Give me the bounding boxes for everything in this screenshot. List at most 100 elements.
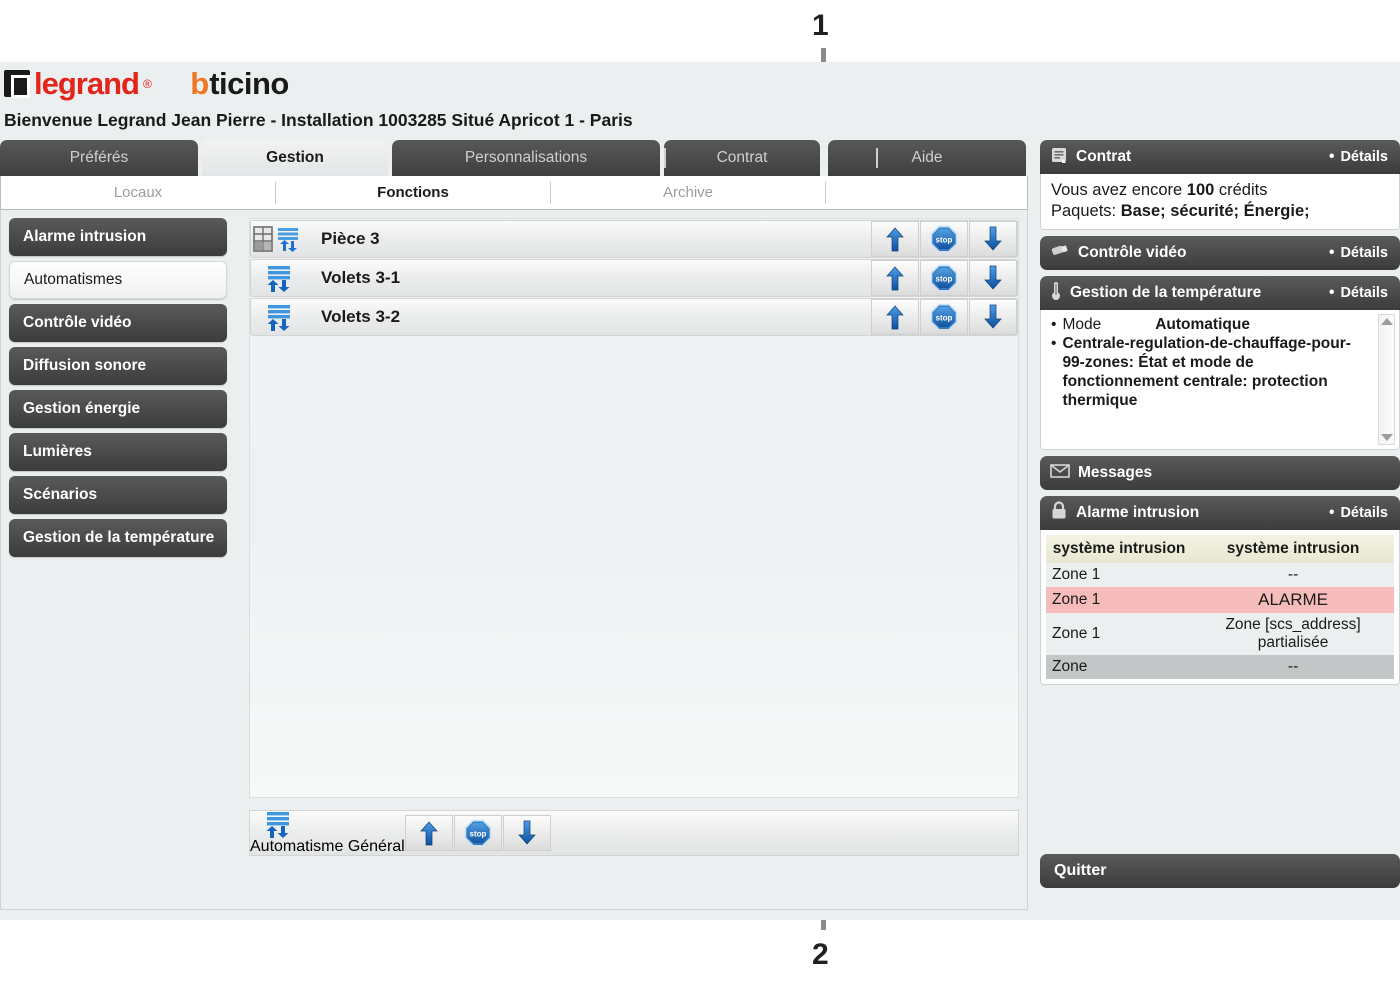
subtab-archive[interactable]: Archive [551, 176, 825, 208]
main-tab-bar: Préférés Gestion Personnalisations Contr… [0, 140, 1028, 176]
details-dot: • [1329, 284, 1335, 302]
sidebar-item-label: Gestion énergie [23, 400, 141, 417]
sidebar-item-label: Lumières [23, 443, 92, 460]
sidebar-item-scenarios[interactable]: Scénarios [9, 476, 227, 514]
bullet: • [1051, 316, 1057, 334]
shutter-stop-button[interactable]: stop [920, 221, 968, 257]
camera-icon [1050, 242, 1070, 265]
screenshot-root: 1 2 legrand ® b ticino Bienvenue Legrand J… [0, 0, 1400, 983]
panel-title-alarme-intrusion: Alarme intrusion [1076, 504, 1200, 522]
sidebar-item-gestion-energie[interactable]: Gestion énergie [9, 390, 227, 428]
sidebar-item-alarme-intrusion[interactable]: Alarme intrusion [9, 218, 227, 256]
row-label-zone[interactable]: Volets 3-2 [251, 299, 871, 335]
left-column: Préférés Gestion Personnalisations Contr… [0, 140, 1028, 920]
envelope-icon [1050, 463, 1070, 483]
table-row[interactable]: Volets 3-2 stop [250, 298, 1018, 336]
tab-aide[interactable]: Aide [828, 140, 1026, 176]
subtab-locaux-label: Locaux [113, 183, 163, 201]
sidebar-item-label: Alarme intrusion [23, 228, 147, 245]
shutter-icon [263, 810, 289, 838]
table-row[interactable]: Volets 3-1 stop [250, 259, 1018, 297]
down-arrow-icon [984, 265, 1002, 290]
shutter-stop-button[interactable]: stop [453, 815, 502, 851]
panel-title-controle-video: Contrôle vidéo [1078, 244, 1187, 262]
temperature-status-text: Centrale-regulation-de-chauffage-pour-99… [1062, 335, 1351, 409]
panel-header-contrat[interactable]: Contrat • Détails [1040, 140, 1400, 174]
shutter-icon [264, 303, 290, 331]
body-wrapper: Préférés Gestion Personnalisations Contr… [0, 140, 1400, 920]
shutter-stop-button[interactable]: stop [920, 299, 968, 335]
sidebar-item-lumieres[interactable]: Lumières [9, 433, 227, 471]
sidebar-item-controle-video[interactable]: Contrôle vidéo [9, 304, 227, 342]
bullet: • [1051, 335, 1057, 353]
row-label-zone[interactable]: Volets 3-1 [251, 260, 871, 296]
shutter-icon [275, 225, 301, 253]
shutter-up-button[interactable] [871, 221, 919, 257]
panel-header-gestion-temperature[interactable]: Gestion de la température • Détails [1040, 276, 1400, 311]
shutter-down-button[interactable] [969, 260, 1017, 296]
legrand-trademark: ® [142, 76, 152, 91]
up-arrow-icon [419, 821, 438, 846]
tab-gestion[interactable]: Gestion [202, 140, 388, 176]
sidebar-item-automatismes[interactable]: Automatismes [9, 261, 227, 299]
panel-header-controle-video[interactable]: Contrôle vidéo • Détails [1040, 236, 1400, 271]
details-link-alarme[interactable]: Détails [1340, 505, 1388, 521]
tab-gestion-label: Gestion [266, 149, 324, 166]
table-row[interactable]: Pièce 3 stop [250, 220, 1018, 258]
bticino-logo: b ticino [190, 68, 289, 99]
subtab-fonctions[interactable]: Fonctions [276, 176, 550, 208]
temperature-content: • Mode Automatique • Centrale-regulation… [1041, 310, 1399, 411]
svg-text:stop: stop [936, 275, 953, 284]
row-icon-group [251, 225, 303, 253]
shutter-down-button[interactable] [502, 815, 551, 851]
details-link-video[interactable]: Détails [1340, 245, 1388, 261]
scroll-up-icon[interactable] [1380, 318, 1393, 326]
scroll-down-icon[interactable] [1380, 434, 1393, 442]
panel-title-contrat: Contrat [1076, 148, 1132, 165]
sidebar-item-diffusion-sonore[interactable]: Diffusion sonore [9, 347, 227, 385]
shutter-stop-button[interactable]: stop [920, 260, 968, 296]
panel-header-messages[interactable]: Messages [1040, 456, 1400, 491]
row-controls: stop [871, 221, 1017, 257]
shutter-up-button[interactable] [871, 299, 919, 335]
panel-body-contrat: Vous avez encore 100 crédits Paquets: Ba… [1040, 174, 1400, 231]
tab-contrat[interactable]: Contrat [664, 140, 820, 176]
sidebar-item-label: Contrôle vidéo [23, 314, 132, 331]
functions-list-panel: Pièce 3 stop Volets 3-1 stop Volets 3-2 … [249, 218, 1019, 798]
down-arrow-icon [984, 304, 1002, 329]
alarm-zone: Zone [1052, 658, 1088, 676]
subtab-archive-label: Archive [662, 183, 714, 201]
tab-preferes[interactable]: Préférés [0, 140, 198, 176]
row-controls: stop [871, 260, 1017, 296]
temperature-status-line: • Centrale-regulation-de-chauffage-pour-… [1051, 335, 1369, 411]
details-link-temperature[interactable]: Détails [1340, 285, 1388, 301]
row-label: Automatisme Général [250, 838, 405, 855]
tab-personnalisations[interactable]: Personnalisations [392, 140, 660, 176]
shutter-up-button[interactable] [404, 815, 453, 851]
quitter-button[interactable]: Quitter [1040, 854, 1400, 888]
row-controls: stop [404, 815, 551, 851]
shutter-down-button[interactable] [969, 221, 1017, 257]
row-label-zone[interactable]: Automatisme Général [250, 810, 405, 856]
temperature-scrollbar[interactable] [1378, 314, 1395, 446]
sidebar-item-gestion-temperature[interactable]: Gestion de la température [9, 519, 227, 557]
details-link-contrat[interactable]: Détails [1340, 149, 1388, 165]
row-label-zone[interactable]: Pièce 3 [251, 221, 871, 257]
up-arrow-icon [886, 227, 904, 252]
credits-post: crédits [1214, 181, 1268, 199]
panel-header-alarme-intrusion[interactable]: Alarme intrusion • Détails [1040, 496, 1400, 531]
shutter-icon [264, 264, 290, 292]
bticino-b: b [190, 66, 210, 101]
thermometer-icon [1050, 281, 1062, 306]
alarm-state: -- [1287, 566, 1299, 584]
alarm-state: ALARME [1258, 590, 1329, 610]
tab-divider-1 [664, 148, 666, 168]
general-automation-row[interactable]: Automatisme Général stop [249, 810, 1019, 856]
details-dot: • [1329, 148, 1335, 165]
main-region: Alarme intrusion Automatismes Contrôle v… [0, 210, 1028, 910]
brand-bar: legrand ® b ticino [0, 62, 1400, 108]
subtab-empty [826, 176, 1027, 208]
shutter-up-button[interactable] [871, 260, 919, 296]
shutter-down-button[interactable] [969, 299, 1017, 335]
subtab-locaux[interactable]: Locaux [1, 176, 275, 208]
